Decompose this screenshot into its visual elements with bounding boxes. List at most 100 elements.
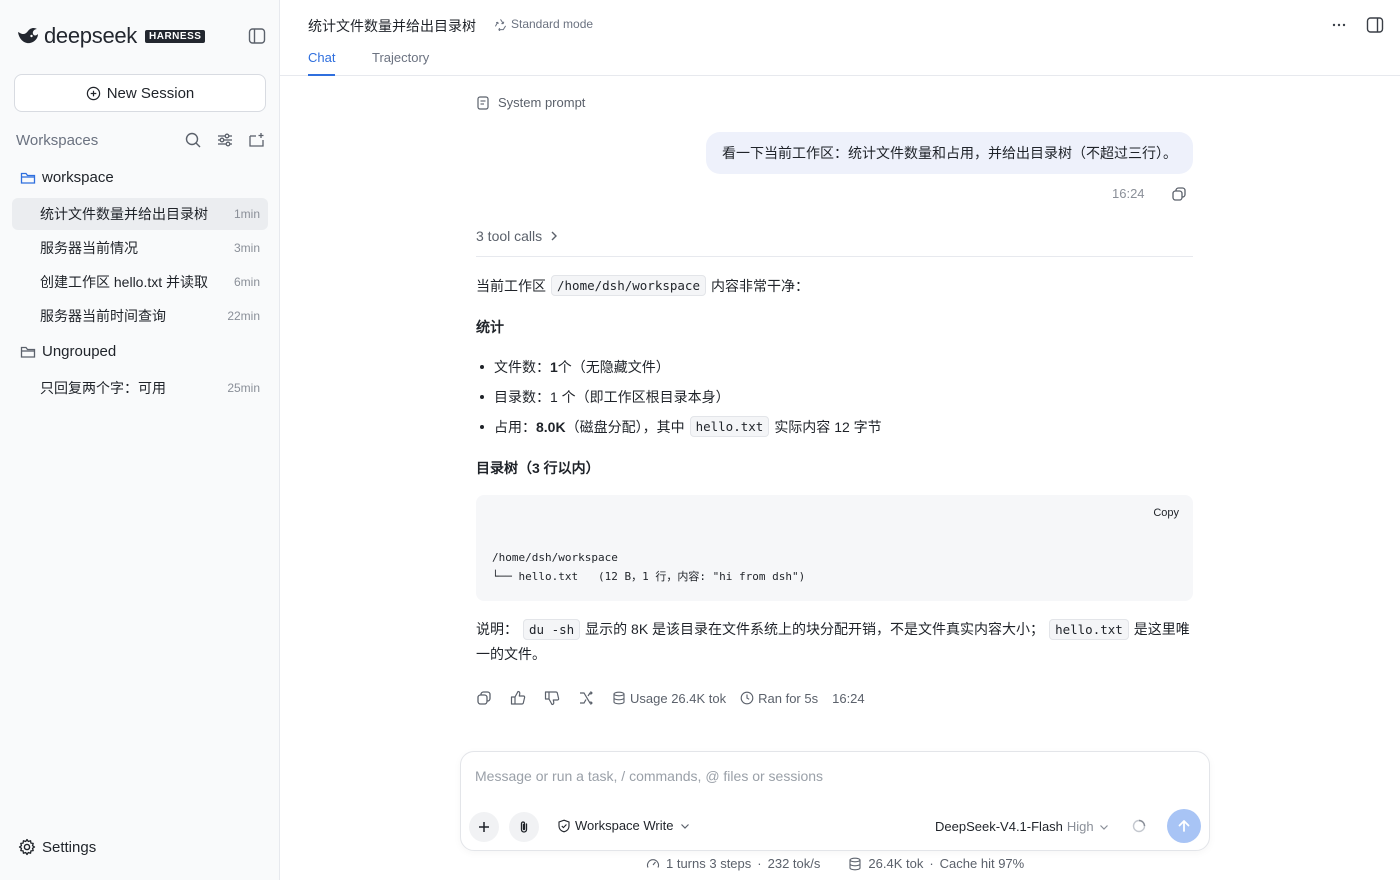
turns-label: 1 turns 3 steps	[666, 856, 752, 871]
session-age: 22min	[227, 309, 260, 323]
new-folder-icon[interactable]	[248, 131, 266, 149]
session-title: 创建工作区 hello.txt 并读取	[40, 274, 209, 290]
add-button[interactable]	[469, 812, 499, 842]
model-label: DeepSeek-V4.1-Flash	[935, 819, 1063, 834]
bullet	[480, 424, 484, 429]
thumbs-up-icon[interactable]	[510, 690, 526, 706]
clock-icon	[740, 691, 754, 705]
chevron-right-icon	[551, 231, 558, 241]
folder-icon	[20, 172, 36, 184]
more-icon[interactable]	[1330, 16, 1348, 34]
inline-code: hello.txt	[689, 416, 770, 437]
system-prompt-toggle[interactable]: System prompt	[476, 95, 585, 110]
speed-label: 232 tok/s	[767, 856, 821, 871]
bullet-bold: 8.0K	[536, 418, 566, 435]
session-item[interactable]: 服务器当前情况 3min	[12, 232, 268, 264]
message-input[interactable]: Message or run a task, / commands, @ fil…	[475, 768, 823, 784]
permission-label: Workspace Write	[575, 818, 674, 833]
new-session-button[interactable]: New Session	[14, 74, 266, 112]
tool-calls-toggle[interactable]: 3 tool calls	[476, 226, 1193, 257]
document-icon	[477, 95, 489, 110]
session-item[interactable]: 服务器当前时间查询 22min	[12, 300, 268, 332]
database-icon	[613, 691, 625, 705]
tab-chat[interactable]: Chat	[308, 50, 336, 76]
cache-label: Cache hit 97%	[939, 856, 1025, 871]
logo-text: deepseek	[44, 23, 138, 48]
intro-before: 当前工作区	[476, 277, 546, 294]
session-age: 3min	[233, 241, 260, 255]
session-title: 服务器当前情况	[40, 240, 138, 256]
mode-badge[interactable]: Standard mode	[494, 17, 593, 31]
run-duration: Ran for 5s	[740, 691, 818, 706]
session-item[interactable]: 只回复两个字：可用 25min	[12, 372, 268, 404]
separator: ·	[757, 856, 762, 871]
session-title: 统计文件数量并给出目录树	[40, 206, 208, 222]
mode-label: Standard mode	[511, 17, 594, 31]
database-icon	[849, 857, 861, 870]
new-session-label: New Session	[106, 84, 195, 102]
workspaces-label: Workspaces	[16, 131, 99, 149]
send-button[interactable]	[1167, 809, 1201, 843]
list-item: 文件数： 1 个（无隐藏文件）	[480, 357, 670, 377]
logo-badge: HARNESS	[145, 29, 206, 43]
code-content: /home/dsh/workspace └── hello.txt (12 B，…	[492, 548, 805, 586]
folder-icon	[20, 346, 36, 358]
session-title: 只回复两个字：可用	[40, 380, 166, 396]
chevron-down-icon	[1099, 824, 1108, 830]
attach-button[interactable]	[509, 812, 539, 842]
workspaces-header: Workspaces	[16, 128, 266, 152]
thumbs-down-icon[interactable]	[544, 690, 560, 706]
branch-icon[interactable]	[578, 690, 594, 706]
model-select[interactable]: DeepSeek-V4.1-Flash High	[935, 819, 1110, 834]
bullet-text: 目录数：1 个（即工作区根目录本身）	[494, 389, 730, 405]
plus-circle-icon	[86, 86, 100, 100]
settings-label: Settings	[42, 838, 97, 856]
search-icon[interactable]	[184, 131, 202, 149]
page-title: 统计文件数量并给出目录树	[308, 18, 476, 34]
group-ungrouped[interactable]: Ungrouped	[20, 343, 116, 360]
toggle-sidebar-icon[interactable]	[248, 27, 266, 45]
code-copy-button[interactable]: Copy	[1153, 507, 1179, 519]
response-intro: 当前工作区 /home/dsh/workspace 内容非常干净：	[476, 275, 809, 296]
shield-check-icon	[558, 819, 570, 832]
permission-select[interactable]: Workspace Write	[557, 818, 695, 833]
bullet	[480, 365, 484, 369]
system-prompt-label: System prompt	[498, 95, 586, 110]
toggle-panel-icon[interactable]	[1366, 16, 1384, 34]
gauge-icon	[646, 858, 660, 868]
bullet-text: 个（无隐藏文件）	[557, 359, 670, 375]
session-item[interactable]: 创建工作区 hello.txt 并读取 6min	[12, 266, 268, 298]
settings-button[interactable]: Settings	[18, 838, 96, 856]
list-item: 占用： 8.0K （磁盘分配），其中 hello.txt 实际内容 12 字节	[480, 416, 882, 437]
usage-label: Usage 26.4K tok	[630, 690, 727, 706]
recycle-icon	[494, 18, 507, 31]
group-label: workspace	[42, 169, 114, 186]
note-text: 说明：	[476, 621, 518, 637]
whale-logo-icon	[18, 27, 38, 44]
copy-icon[interactable]	[1171, 186, 1187, 202]
copy-icon[interactable]	[476, 690, 492, 706]
top-header: 统计文件数量并给出目录树 Standard mode Chat Trajecto…	[280, 0, 1400, 76]
list-item: 目录数：1 个（即工作区根目录本身）	[480, 387, 730, 407]
session-age: 25min	[227, 381, 260, 395]
group-workspace[interactable]: workspace	[20, 169, 114, 186]
loading-spinner-icon	[1131, 818, 1147, 834]
bullet-text: 文件数：	[494, 359, 550, 375]
tokens-label: 26.4K tok	[868, 856, 924, 871]
tool-calls-label: 3 tool calls	[476, 228, 543, 244]
filter-icon[interactable]	[216, 131, 234, 149]
tab-trajectory[interactable]: Trajectory	[372, 50, 429, 76]
bullet-text: 实际内容 12 字节	[774, 418, 882, 435]
usage-info[interactable]: Usage 26.4K tok	[612, 691, 726, 706]
intro-after: 内容非常干净：	[711, 277, 809, 294]
code-line: /home/dsh/workspace	[492, 551, 618, 564]
arrow-up-icon	[1178, 820, 1190, 832]
group-label: Ungrouped	[42, 343, 117, 360]
session-item[interactable]: 统计文件数量并给出目录树 1min	[12, 198, 268, 230]
user-message-time: 16:24	[1112, 186, 1145, 201]
stats-heading: 统计	[476, 319, 504, 335]
status-footer: 1 turns 3 steps · 232 tok/s 26.4K tok · …	[646, 856, 1024, 871]
bullet-text: （磁盘分配），其中	[565, 418, 685, 435]
message-actions: Usage 26.4K tok Ran for 5s 16:24	[476, 690, 879, 706]
response-note: 说明： du -sh 显示的 8K 是该目录在文件系统上的块分配开销，不是文件真实内…	[476, 617, 1196, 666]
